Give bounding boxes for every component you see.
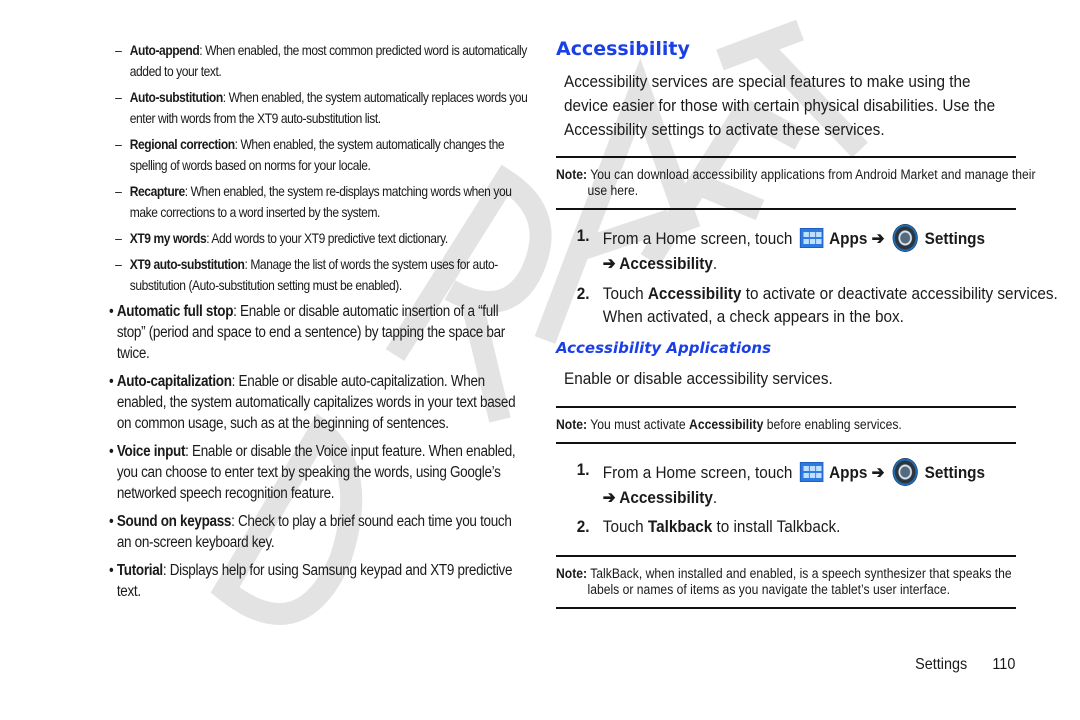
step-text: From a Home screen, touch [602,462,793,482]
section-heading: Accessibility [556,38,690,60]
period: . [712,487,718,507]
item-term: Auto-substitution [129,89,223,105]
note-box: Note: TalkBack, when installed and enabl… [556,554,1016,609]
dash-bullet: – [115,89,122,105]
step-number: 1. [576,459,590,479]
item-text: : Displays help for using Samsung keypad… [116,562,513,600]
page-number: 110 [992,656,1015,673]
apps-icon [800,228,824,248]
step-item: 1. From a Home screen, touch Apps ➔ Sett… [556,457,1062,510]
subsection-heading: Accessibility Applications [556,338,772,357]
subsection-paragraph: Enable or disable accessibility services… [564,368,833,388]
steps-list: 1. From a Home screen, touch Apps ➔ Sett… [556,457,1016,539]
step-item: 2. Touch Accessibility to activate or de… [556,282,1062,329]
item-term: Recapture [129,183,185,199]
step-item: 1. From a Home screen, touch Apps ➔ Sett… [556,224,1062,276]
steps-list: 1. From a Home screen, touch Apps ➔ Sett… [556,224,1058,329]
step-text: to install Talkback. [712,517,841,536]
page-footer: Settings 110 [915,656,1015,674]
apps-icon [800,461,824,482]
list-item: • Automatic full stop: Enable or disable … [109,301,517,364]
settings-icon [892,224,918,252]
list-item: – Auto-append: When enabled, the most com… [110,40,534,82]
apps-label: Apps [829,229,868,248]
settings-label: Settings [924,229,986,248]
item-term: Sound on keypass [116,513,232,530]
settings-label: Settings [924,462,986,482]
keyboard-settings-column: – Auto-append: When enabled, the most com… [109,40,528,609]
note-label: Note: [556,167,588,182]
step-number: 2. [576,283,590,303]
step-item: 2. Touch Talkback to install Talkback. [556,515,1062,539]
step-text: Touch [602,283,648,303]
list-item: – Regional correction: When enabled, the … [110,134,534,176]
item-term: XT9 auto-substitution [129,256,245,272]
period: . [712,254,718,273]
note-label: Note: [556,565,588,581]
dot-bullet: • [109,303,114,320]
list-item: • Sound on keypass: Check to play a brief… [109,511,517,553]
step-bold: Talkback [647,517,713,536]
dash-bullet: – [115,42,122,58]
list-item: – XT9 my words: Add words to your XT9 pre… [110,228,534,249]
item-text: : When enabled, the system re-displays m… [129,183,512,220]
note-text: TalkBack, when installed and enabled, is… [587,565,1012,597]
apps-label: Apps [829,462,868,482]
note-label: Note: [556,416,588,432]
step-number: 1. [576,226,590,245]
accessibility-label: ➔ Accessibility [602,254,713,273]
list-item: – Recapture: When enabled, the system re-… [110,181,534,223]
item-term: Auto-capitalization [116,373,232,390]
arrow: ➔ [867,462,885,482]
accessibility-section: Accessibility Accessibility services are… [556,38,1058,609]
dash-bullet: – [115,230,122,246]
item-term: Auto-append [129,42,200,58]
list-item: – XT9 auto-substitution: Manage the list … [110,254,534,296]
item-term: XT9 my words [129,230,207,246]
note-box: Note: You can download accessibility app… [556,156,1036,210]
dot-bullet: • [109,443,114,460]
note-text: You must activate [587,416,690,432]
note-bold: Accessibility [689,416,764,432]
step-bold: Accessibility [647,283,742,303]
intro-paragraph: Accessibility services are special featu… [564,72,996,139]
dot-bullet: • [109,373,114,390]
dash-bullet: – [115,136,122,152]
list-item: • Auto-capitalization: Enable or disable … [109,371,517,434]
dot-bullet: • [109,562,114,579]
item-term: Automatic full stop [116,303,234,320]
list-item: – Auto-substitution: When enabled, the sy… [110,87,534,129]
item-text: : Add words to your XT9 predictive text … [206,230,448,246]
list-item: • Voice input: Enable or disable the Voic… [109,441,517,504]
item-term: Tutorial [116,562,163,579]
item-term: Regional correction [129,136,235,152]
section-name: Settings [914,656,967,673]
dash-bullet: – [115,256,122,272]
dot-bullet: • [109,513,114,530]
settings-icon [892,457,918,486]
dash-bullet: – [115,183,122,199]
step-text: From a Home screen, touch [602,229,793,248]
note-box: Note: You must activate Accessibility be… [556,405,1016,444]
arrow: ➔ [867,229,885,248]
note-text: before enabling services. [763,416,902,432]
step-number: 2. [576,517,590,536]
note-text: You can download accessibility applicati… [587,167,1036,198]
step-text: Touch [602,517,648,536]
list-item: • Tutorial: Displays help for using Samsu… [109,560,517,602]
accessibility-label: ➔ Accessibility [602,487,713,507]
item-term: Voice input [116,443,186,460]
